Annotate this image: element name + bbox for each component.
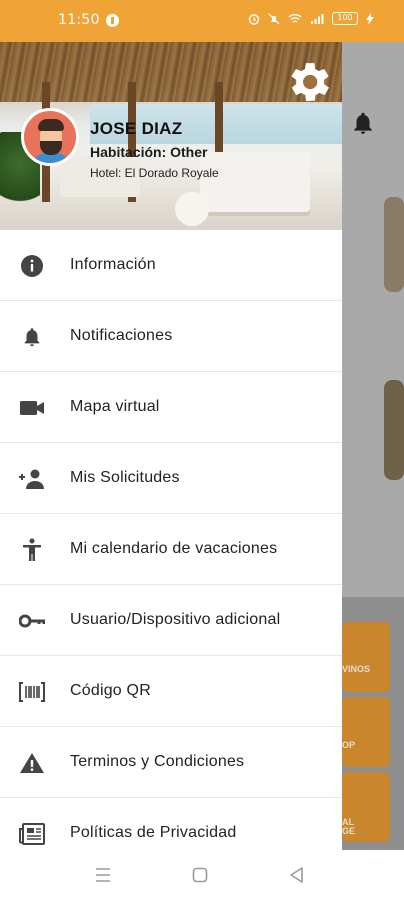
status-time: 11:50 xyxy=(58,12,100,28)
header-photo-furniture xyxy=(200,152,310,212)
menu-item-label: Mi calendario de vacaciones xyxy=(70,540,278,557)
key-icon xyxy=(18,607,46,635)
menu-item-label: Código QR xyxy=(70,682,151,699)
background-tile-label: AL GE xyxy=(342,817,356,836)
menu-item-informacion[interactable]: Información xyxy=(0,230,342,301)
menu-item-calendario[interactable]: Mi calendario de vacaciones xyxy=(0,514,342,585)
home-icon[interactable] xyxy=(190,866,210,884)
signal-icon xyxy=(311,13,324,24)
drawer-menu: Información Notificaciones Mapa virtual … xyxy=(0,230,342,850)
menu-item-privacidad[interactable]: Políticas de Privacidad xyxy=(0,798,342,850)
wifi-icon xyxy=(288,13,302,23)
gear-icon[interactable] xyxy=(282,56,334,108)
menu-item-mapa-virtual[interactable]: Mapa virtual xyxy=(0,372,342,443)
user-room: Habitación: Other xyxy=(90,144,208,160)
bell-icon[interactable] xyxy=(350,110,376,136)
user-name: JOSE DIAZ xyxy=(90,119,183,138)
menu-item-label: Mis Solicitudes xyxy=(70,469,180,486)
background-card xyxy=(384,197,404,292)
menu-item-usuario-adicional[interactable]: Usuario/Dispositivo adicional xyxy=(0,585,342,656)
background-tile[interactable]: OP xyxy=(342,697,390,767)
menu-item-terminos[interactable]: Terminos y Condiciones xyxy=(0,727,342,798)
menu-item-label: Notificaciones xyxy=(70,327,173,344)
navigation-drawer: JOSE DIAZ Habitación: Other Hotel: El Do… xyxy=(0,42,342,850)
info-circle-icon xyxy=(106,14,119,27)
bell-icon xyxy=(18,323,46,351)
avatar-hair xyxy=(38,119,64,131)
warning-icon xyxy=(18,749,46,777)
menu-item-label: Políticas de Privacidad xyxy=(70,824,237,841)
menu-item-label: Terminos y Condiciones xyxy=(70,753,245,770)
alarm-icon xyxy=(248,13,260,25)
accessibility-icon xyxy=(18,536,46,564)
video-camera-icon xyxy=(18,394,46,422)
newspaper-icon xyxy=(18,820,46,848)
system-nav-bar xyxy=(0,850,404,900)
back-icon[interactable] xyxy=(287,866,307,884)
menu-item-notificaciones[interactable]: Notificaciones xyxy=(0,301,342,372)
status-icons: 100 xyxy=(248,12,374,25)
barcode-icon xyxy=(18,678,46,706)
person-add-icon xyxy=(18,465,46,493)
menu-item-mis-solicitudes[interactable]: Mis Solicitudes xyxy=(0,443,342,514)
user-hotel: Hotel: El Dorado Royale xyxy=(90,166,219,180)
menu-item-label: Usuario/Dispositivo adicional xyxy=(70,611,281,628)
menu-icon[interactable] xyxy=(93,866,113,884)
header-photo-furniture xyxy=(175,192,209,226)
menu-item-label: Mapa virtual xyxy=(70,398,160,415)
charging-icon xyxy=(366,12,374,25)
battery-indicator: 100 xyxy=(332,12,358,25)
drawer-header: JOSE DIAZ Habitación: Other Hotel: El Do… xyxy=(0,42,342,230)
status-bar: 11:50 100 xyxy=(0,0,404,42)
menu-item-codigo-qr[interactable]: Código QR xyxy=(0,656,342,727)
avatar[interactable] xyxy=(21,108,79,166)
info-icon xyxy=(18,252,46,280)
background-tile-label: VINOS xyxy=(342,664,371,674)
mute-icon xyxy=(268,13,280,24)
background-tile[interactable]: AL GE xyxy=(342,772,390,842)
menu-item-label: Información xyxy=(70,256,156,273)
background-tile[interactable]: VINOS xyxy=(342,622,390,692)
background-tile-label: OP xyxy=(342,740,356,750)
background-card xyxy=(384,380,404,480)
